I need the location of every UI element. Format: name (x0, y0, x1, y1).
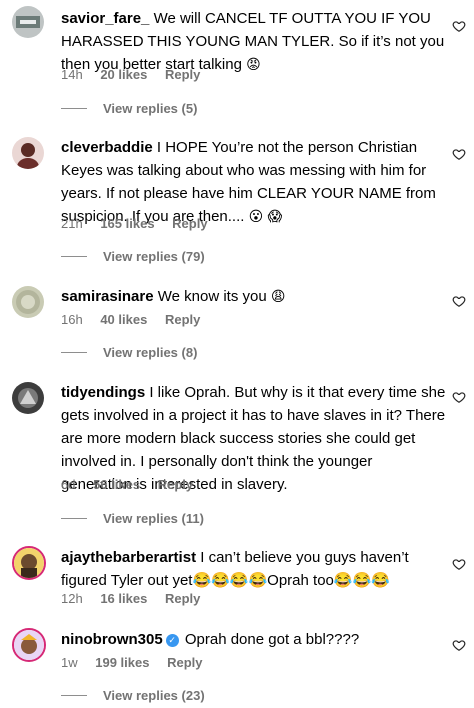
timestamp: 1w (61, 655, 78, 670)
view-replies-label: View replies (23) (103, 688, 205, 703)
view-replies-button[interactable]: View replies (79) (61, 249, 205, 264)
emoji: 😡 (246, 57, 261, 73)
comment-meta: 1w 199 likes Reply (61, 655, 217, 670)
comment-text: ajaythebarberartist I can’t believe you … (61, 546, 446, 592)
avatar[interactable] (12, 546, 46, 580)
username[interactable]: ninobrown305 (61, 631, 163, 648)
replies-divider (61, 352, 87, 353)
likes-count[interactable]: 199 likes (95, 655, 149, 670)
likes-count[interactable]: 20 likes (100, 67, 147, 82)
view-replies-label: View replies (8) (103, 345, 198, 360)
view-replies-button[interactable]: View replies (8) (61, 345, 197, 360)
username[interactable]: cleverbaddie (61, 139, 153, 156)
reply-button[interactable]: Reply (165, 312, 200, 327)
verified-badge-icon: ✓ (165, 634, 179, 647)
comment-meta: 16h 40 likes Reply (61, 312, 214, 327)
comment-text: samirasinare We know its you 😩 (61, 285, 446, 309)
timestamp: 16h (61, 312, 83, 327)
view-replies-label: View replies (79) (103, 249, 205, 264)
replies-divider (61, 108, 87, 109)
avatar[interactable] (12, 628, 46, 662)
emoji: 😩 (270, 289, 286, 305)
avatar[interactable] (12, 382, 44, 414)
replies-divider (61, 695, 87, 696)
avatar[interactable] (12, 6, 44, 38)
view-replies-button[interactable]: View replies (5) (61, 101, 197, 116)
replies-divider (61, 518, 87, 519)
comment-body: We know its you (157, 288, 267, 305)
likes-count[interactable]: 165 likes (100, 216, 154, 231)
likes-count[interactable]: 40 likes (100, 312, 147, 327)
emoji: 😮 😱 (248, 209, 283, 225)
heart-outline-icon[interactable] (452, 557, 466, 571)
likes-count[interactable]: 16 likes (100, 591, 147, 606)
comment-meta: 12h 16 likes Reply (61, 591, 214, 606)
heart-outline-icon[interactable] (452, 390, 466, 404)
view-replies-button[interactable]: View replies (23) (61, 688, 205, 703)
username[interactable]: tidyendings (61, 384, 145, 401)
comment-meta: 6d 56 likes Reply (61, 477, 207, 492)
comment-body: Oprah done got a bbl???? (184, 631, 360, 648)
timestamp: 21h (61, 216, 83, 231)
username[interactable]: samirasinare (61, 288, 154, 305)
reply-button[interactable]: Reply (158, 477, 193, 492)
timestamp: 6d (61, 477, 76, 492)
reply-button[interactable]: Reply (167, 655, 202, 670)
heart-outline-icon[interactable] (452, 19, 466, 33)
avatar[interactable] (12, 286, 44, 318)
username[interactable]: savior_fare_ (61, 10, 149, 27)
heart-outline-icon[interactable] (452, 638, 466, 652)
timestamp: 12h (61, 591, 83, 606)
avatar[interactable] (12, 137, 44, 169)
likes-count[interactable]: 56 likes (93, 477, 140, 492)
view-replies-button[interactable]: View replies (11) (61, 511, 204, 526)
timestamp: 14h (61, 67, 83, 82)
view-replies-label: View replies (11) (103, 511, 204, 526)
comment-text: ninobrown305 ✓ Oprah done got a bbl???? (61, 628, 446, 651)
reply-button[interactable]: Reply (165, 67, 200, 82)
comment-meta: 14h 20 likes Reply (61, 67, 214, 82)
replies-divider (61, 256, 87, 257)
heart-outline-icon[interactable] (452, 147, 466, 161)
reply-button[interactable]: Reply (165, 591, 200, 606)
comment-meta: 21h 165 likes Reply (61, 216, 222, 231)
view-replies-label: View replies (5) (103, 101, 198, 116)
username[interactable]: ajaythebarberartist (61, 549, 196, 566)
heart-outline-icon[interactable] (452, 294, 466, 308)
reply-button[interactable]: Reply (172, 216, 207, 231)
